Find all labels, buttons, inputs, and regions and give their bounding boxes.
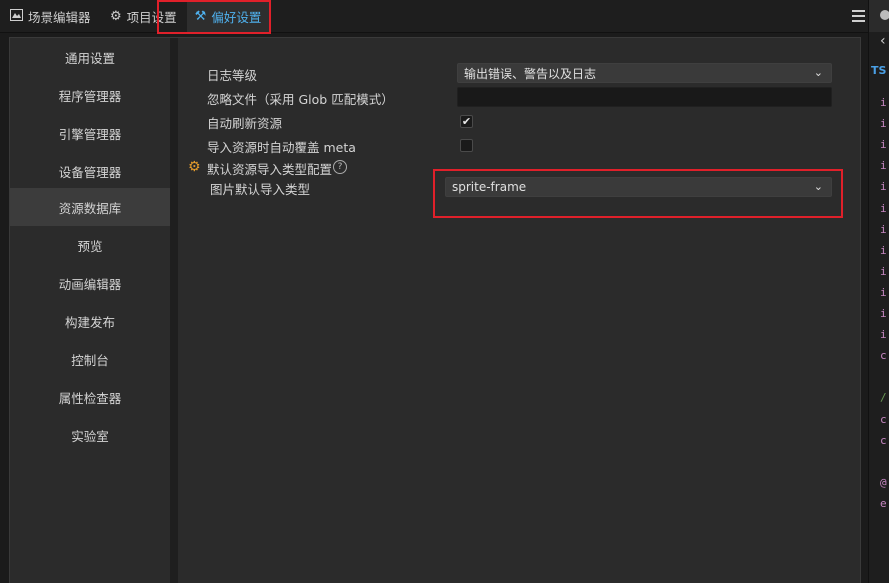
sidebar-divider (170, 38, 178, 583)
auto-refresh-checkbox[interactable]: ✔ (460, 115, 473, 128)
sidebar-item-preview[interactable]: 预览 (10, 226, 170, 264)
code-line: i (880, 222, 887, 236)
code-line: @ (880, 475, 887, 489)
tab-label: 项目设置 (126, 9, 177, 25)
code-line: i (880, 159, 887, 173)
tools-icon: ⚒ (194, 8, 207, 24)
sidebar-item-inspector[interactable]: 属性检查器 (10, 378, 170, 416)
ignore-files-label: 忽略文件（采用 Glob 匹配模式） (207, 92, 394, 107)
auto-overwrite-meta-label: 导入资源时自动覆盖 meta (207, 140, 356, 155)
code-line: i (880, 264, 887, 278)
auto-overwrite-meta-checkbox[interactable] (460, 139, 473, 152)
tab-label: 场景编辑器 (28, 9, 91, 25)
sidebar-item-console[interactable]: 控制台 (10, 340, 170, 378)
code-line: e (880, 496, 887, 510)
log-level-select[interactable]: 输出错误、警告以及日志 ⌄ (457, 63, 832, 83)
gear-icon: ⚙ (110, 8, 122, 24)
code-line: i (880, 96, 887, 109)
code-line: i (880, 285, 887, 299)
ignore-files-input[interactable] (457, 87, 832, 107)
sidebar-item-asset-db[interactable]: 资源数据库 (10, 188, 170, 226)
tab-project-settings[interactable]: ⚙ 项目设置 (110, 0, 177, 32)
scene-editor-icon (10, 8, 23, 24)
tab-label: 偏好设置 (211, 9, 262, 25)
code-line: i (880, 243, 887, 257)
gear-icon: ⚙ (188, 159, 201, 175)
log-level-value: 输出错误、警告以及日志 (464, 66, 597, 81)
sidebar-item-device-manager[interactable]: 设备管理器 (10, 152, 170, 190)
default-import-type-label: 默认资源导入类型配置 (207, 162, 333, 177)
checkmark-icon: ✔ (461, 115, 472, 128)
sidebar-item-lab[interactable]: 实验室 (10, 416, 170, 454)
tab-preferences[interactable]: ⚒ 偏好设置 (187, 0, 269, 32)
sidebar-item-engine-manager[interactable]: 引擎管理器 (10, 114, 170, 152)
tab-bar: 场景编辑器 ⚙ 项目设置 ⚒ 偏好设置 (0, 0, 868, 33)
code-line: i (880, 180, 887, 194)
globe-icon (880, 10, 889, 20)
chevron-down-icon: ⌄ (813, 66, 823, 79)
code-line: i (880, 117, 887, 131)
code-line: i (880, 138, 887, 152)
code-line: i (880, 307, 887, 320)
image-import-type-select[interactable]: sprite-frame ⌄ (445, 177, 832, 197)
image-import-type-value: sprite-frame (452, 180, 527, 194)
code-line: c (880, 412, 887, 426)
code-line: i (880, 328, 887, 342)
sidebar-item-program-manager[interactable]: 程序管理器 (10, 76, 170, 114)
chevron-left-icon[interactable]: ‹ (880, 33, 886, 49)
code-line: i (880, 201, 887, 215)
auto-refresh-label: 自动刷新资源 (207, 116, 283, 131)
code-line: c (880, 433, 887, 447)
image-import-type-label: 图片默认导入类型 (210, 182, 311, 197)
hamburger-menu-icon[interactable] (848, 6, 868, 26)
log-level-label: 日志等级 (207, 68, 258, 83)
sidebar-item-general[interactable]: 通用设置 (10, 38, 170, 76)
ts-file-tab[interactable]: TS (871, 64, 886, 77)
chevron-down-icon: ⌄ (813, 180, 823, 193)
sidebar-item-animation-editor[interactable]: 动画编辑器 (10, 264, 170, 302)
code-line: c (880, 349, 887, 363)
help-icon[interactable]: ? (333, 160, 347, 174)
sidebar-item-build[interactable]: 构建发布 (10, 302, 170, 340)
tab-scene-editor[interactable]: 场景编辑器 (10, 0, 91, 32)
sidebar: 通用设置 程序管理器 引擎管理器 设备管理器 资源数据库 预览 动画编辑器 构建… (10, 38, 170, 583)
code-line: / (880, 391, 887, 405)
